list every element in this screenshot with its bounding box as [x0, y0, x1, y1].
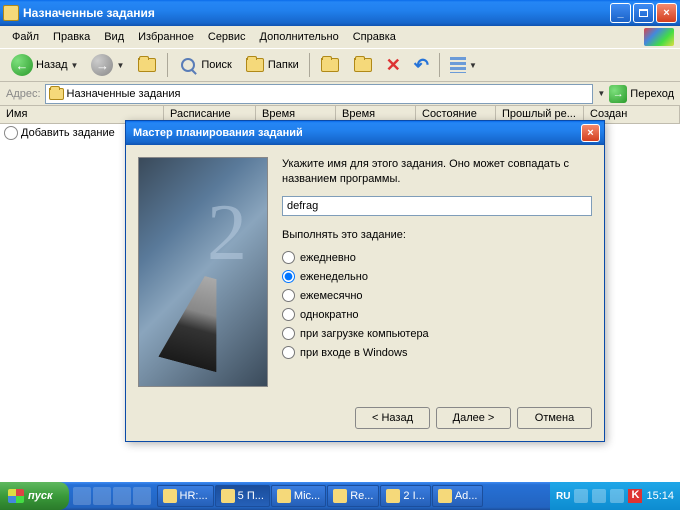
menu-tools[interactable]: Сервис	[202, 29, 252, 45]
menu-view[interactable]: Вид	[98, 29, 130, 45]
task-name-input[interactable]	[282, 196, 592, 216]
task-item[interactable]: Re...	[327, 485, 379, 507]
views-icon	[450, 57, 466, 73]
radio-monthly[interactable]: ежемесячно	[282, 289, 592, 302]
radio-daily[interactable]: ежедневно	[282, 251, 592, 264]
windows-logo-icon	[8, 489, 24, 503]
radio-logon[interactable]: при входе в Windows	[282, 346, 592, 359]
maximize-button[interactable]	[633, 3, 654, 23]
move-button[interactable]	[315, 52, 345, 78]
schedule-options: ежедневно еженедельно ежемесячно однокра…	[282, 251, 592, 359]
separator	[167, 53, 168, 77]
folders-label: Папки	[268, 59, 299, 71]
task-item[interactable]: 5 П...	[215, 485, 270, 507]
folders-button[interactable]: Папки	[240, 52, 304, 78]
views-button[interactable]: ▼	[445, 54, 482, 76]
address-bar: Адрес: Назначенные задания ▼ → Переход	[0, 82, 680, 106]
search-label: Поиск	[201, 59, 231, 71]
address-label: Адрес:	[6, 88, 41, 100]
taskbar: пуск HR:... 5 П... Mic... Re... 2 I... A…	[0, 482, 680, 510]
windows-logo	[644, 28, 674, 46]
search-button[interactable]: Поиск	[173, 52, 236, 78]
undo-icon: ↶	[414, 55, 429, 76]
up-button[interactable]	[132, 52, 162, 78]
language-indicator[interactable]: RU	[556, 491, 570, 502]
back-button[interactable]: < Назад	[355, 407, 430, 429]
window-title: Назначенные задания	[23, 6, 610, 20]
clock-icon	[4, 126, 18, 140]
system-tray: RU K 15:14	[550, 482, 680, 510]
wizard-prompt: Укажите имя для этого задания. Оно может…	[282, 157, 592, 188]
ql-item[interactable]	[93, 487, 111, 505]
next-button[interactable]: Далее >	[436, 407, 511, 429]
ql-item[interactable]	[113, 487, 131, 505]
separator	[309, 53, 310, 77]
task-buttons: HR:... 5 П... Mic... Re... 2 I... Ad...	[155, 485, 550, 507]
go-label: Переход	[630, 88, 674, 100]
radio-startup[interactable]: при загрузке компьютера	[282, 327, 592, 340]
app-icon	[3, 5, 19, 21]
search-icon	[178, 55, 198, 75]
clock[interactable]: 15:14	[646, 490, 674, 502]
menu-edit[interactable]: Правка	[47, 29, 96, 45]
task-item[interactable]: Mic...	[271, 485, 326, 507]
quick-launch	[69, 487, 155, 505]
menu-file[interactable]: Файл	[6, 29, 45, 45]
close-button[interactable]: ×	[656, 3, 677, 23]
start-label: пуск	[28, 490, 53, 502]
chevron-down-icon: ▼	[71, 61, 79, 70]
dialog-close-button[interactable]: ×	[581, 124, 600, 142]
x-icon: ✕	[386, 55, 401, 76]
chevron-down-icon[interactable]: ▼	[597, 89, 605, 98]
ql-item[interactable]	[73, 487, 91, 505]
forward-arrow-icon: →	[91, 54, 113, 76]
undo-button[interactable]: ↶	[409, 52, 434, 79]
minimize-button[interactable]: _	[610, 3, 631, 23]
go-button[interactable]: → Переход	[609, 85, 674, 103]
tray-icon[interactable]	[574, 489, 588, 503]
go-arrow-icon: →	[609, 85, 627, 103]
address-input[interactable]: Назначенные задания	[45, 84, 594, 104]
start-button[interactable]: пуск	[0, 482, 69, 510]
task-item[interactable]: 2 I...	[380, 485, 430, 507]
tray-icon-k[interactable]: K	[628, 489, 642, 503]
forward-button[interactable]: → ▼	[86, 51, 129, 79]
radio-once[interactable]: однократно	[282, 308, 592, 321]
copy-button[interactable]	[348, 52, 378, 78]
schedule-label: Выполнять это задание:	[282, 228, 592, 243]
add-task-label: Добавить задание	[21, 127, 115, 139]
address-value: Назначенные задания	[67, 88, 181, 100]
tray-icon[interactable]	[592, 489, 606, 503]
tray-icon[interactable]	[610, 489, 624, 503]
menu-help[interactable]: Справка	[347, 29, 402, 45]
radio-weekly[interactable]: еженедельно	[282, 270, 592, 283]
menu-additional[interactable]: Дополнительно	[254, 29, 345, 45]
back-label: Назад	[36, 59, 68, 71]
wizard-image: 2	[138, 157, 268, 387]
dialog-title: Мастер планирования заданий	[130, 127, 581, 139]
task-item[interactable]: Ad...	[432, 485, 484, 507]
back-arrow-icon: ←	[11, 54, 33, 76]
delete-button[interactable]: ✕	[381, 52, 406, 79]
dialog-titlebar: Мастер планирования заданий ×	[126, 121, 604, 145]
chevron-down-icon: ▼	[116, 61, 124, 70]
wizard-dialog: Мастер планирования заданий × 2 Укажите …	[125, 120, 605, 442]
folder-icon	[49, 88, 64, 100]
window-titlebar: Назначенные задания _ ×	[0, 0, 680, 26]
ql-item[interactable]	[133, 487, 151, 505]
folder-icon	[245, 55, 265, 75]
toolbar: ← Назад ▼ → ▼ Поиск Папки ✕ ↶ ▼	[0, 48, 680, 82]
menu-favorites[interactable]: Избранное	[132, 29, 200, 45]
back-button[interactable]: ← Назад ▼	[6, 51, 83, 79]
menu-bar: Файл Правка Вид Избранное Сервис Дополни…	[0, 26, 680, 48]
separator	[439, 53, 440, 77]
task-item[interactable]: HR:...	[157, 485, 214, 507]
cancel-button[interactable]: Отмена	[517, 407, 592, 429]
